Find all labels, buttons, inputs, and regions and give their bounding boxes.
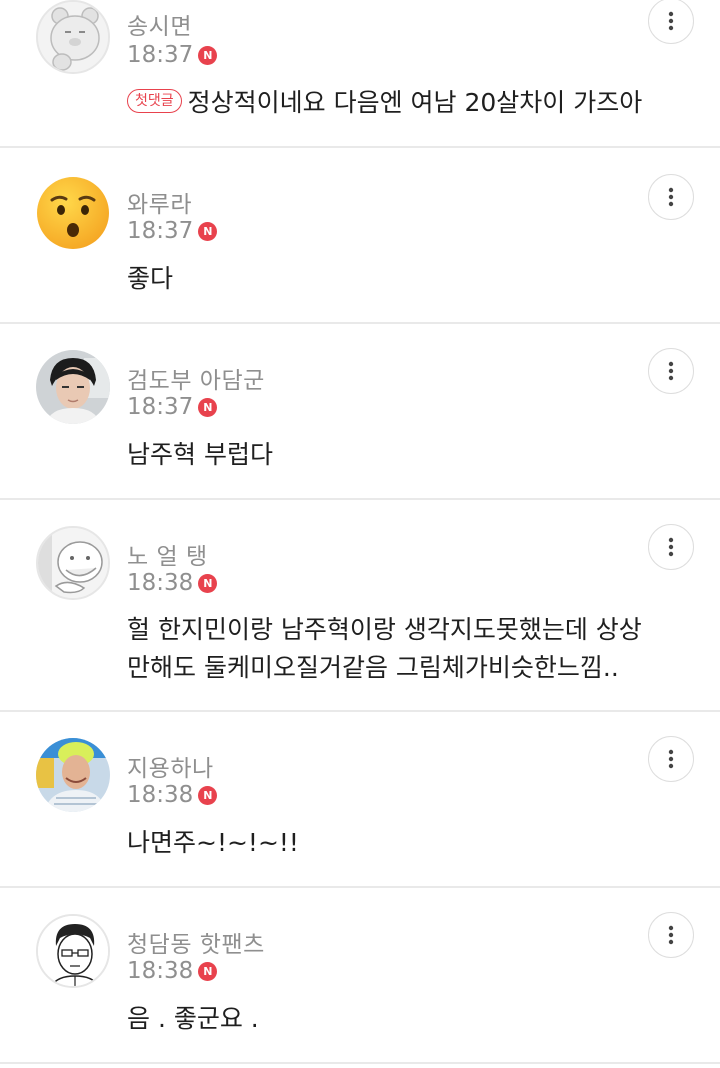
comment-text: 남주혁 부럽다 [127,440,273,469]
user-photo-avatar-icon [36,350,110,424]
comment-text-line: 헐 한지민이랑 남주혁이랑 생각지도못했는데 상상 [127,615,642,644]
character-avatar-icon [38,528,108,598]
comment-text: 첫댓글 정상적이네요 다음엔 여남 20살차이 가즈아 [127,84,697,122]
comment-time: 18:38 [127,958,194,984]
new-badge: N [198,397,218,417]
comment-nickname[interactable]: 청담동 핫팬츠 [127,925,265,959]
comment-nickname[interactable]: 와루라 [127,185,192,219]
comment-time: 18:38 [127,570,194,596]
comment-item: 지용하나 18:38 N 나면주~!~!~!! [0,712,720,888]
more-options-button[interactable] [648,736,694,782]
more-options-button[interactable] [648,524,694,570]
more-options-button[interactable] [648,0,694,44]
comment-meta: 18:37 N [127,42,218,68]
avatar[interactable] [36,0,110,74]
new-badge: N [198,45,218,65]
comment-meta: 18:38 N [127,570,218,596]
comment-text: 좋다 [127,264,174,293]
comment-meta: 18:38 N [127,958,218,984]
comment-text: 헐 한지민이랑 남주혁이랑 생각지도못했는데 상상 만해도 둘케미오질거같음 그… [127,611,697,687]
more-options-button[interactable] [648,348,694,394]
drawn-character-avatar-icon [38,916,108,986]
comment-item: 노 얼 탱 18:38 N 헐 한지민이랑 남주혁이랑 생각지도못했는데 상상 … [0,500,720,712]
comment-nickname[interactable]: 검도부 아담군 [127,361,265,395]
comment-meta: 18:37 N [127,394,218,420]
comment-item: 송시면 18:37 N 첫댓글 정상적이네요 다음엔 여남 20살차이 가즈아 [0,0,720,148]
vertical-dots-icon [668,925,674,945]
comment-time: 18:37 [127,218,194,244]
new-badge: N [198,785,218,805]
new-badge: N [198,221,218,241]
comment-item: 청담동 핫팬츠 18:38 N 음 . 좋군요 . [0,888,720,1064]
avatar[interactable] [36,526,110,600]
comment-item: 와루라 18:37 N 좋다 [0,148,720,324]
avatar[interactable] [36,738,110,812]
user-photo-avatar-icon [36,738,110,812]
vertical-dots-icon [668,11,674,31]
new-badge: N [198,961,218,981]
comment-nickname[interactable]: 지용하나 [127,749,214,783]
new-badge: N [198,573,218,593]
comment-item: 검도부 아담군 18:37 N 남주혁 부럽다 [0,324,720,500]
comment-nickname[interactable]: 송시면 [127,7,192,41]
comment-time: 18:37 [127,42,194,68]
vertical-dots-icon [668,361,674,381]
vertical-dots-icon [668,187,674,207]
more-options-button[interactable] [648,912,694,958]
comment-nickname[interactable]: 노 얼 탱 [127,537,208,571]
more-options-button[interactable] [648,174,694,220]
surprised-emoji-avatar-icon [37,177,109,249]
bear-character-avatar-icon [38,2,108,72]
comment-text-content: 정상적이네요 다음엔 여남 20살차이 가즈아 [187,88,643,117]
vertical-dots-icon [668,749,674,769]
comment-time: 18:38 [127,782,194,808]
avatar[interactable] [36,914,110,988]
comment-meta: 18:37 N [127,218,218,244]
first-comment-badge: 첫댓글 [127,89,182,113]
comment-time: 18:37 [127,394,194,420]
comment-text-line: 만해도 둘케미오질거같음 그림체가비슷한느낌.. [127,653,619,682]
vertical-dots-icon [668,537,674,557]
avatar[interactable] [36,350,110,424]
comment-meta: 18:38 N [127,782,218,808]
comment-text: 나면주~!~!~!! [127,828,299,857]
avatar[interactable] [36,176,110,250]
comment-text: 음 . 좋군요 . [127,1004,259,1033]
comment-list: 송시면 18:37 N 첫댓글정상적이네요 다음엔 여남 20살차이 가즈아 [0,0,720,1068]
